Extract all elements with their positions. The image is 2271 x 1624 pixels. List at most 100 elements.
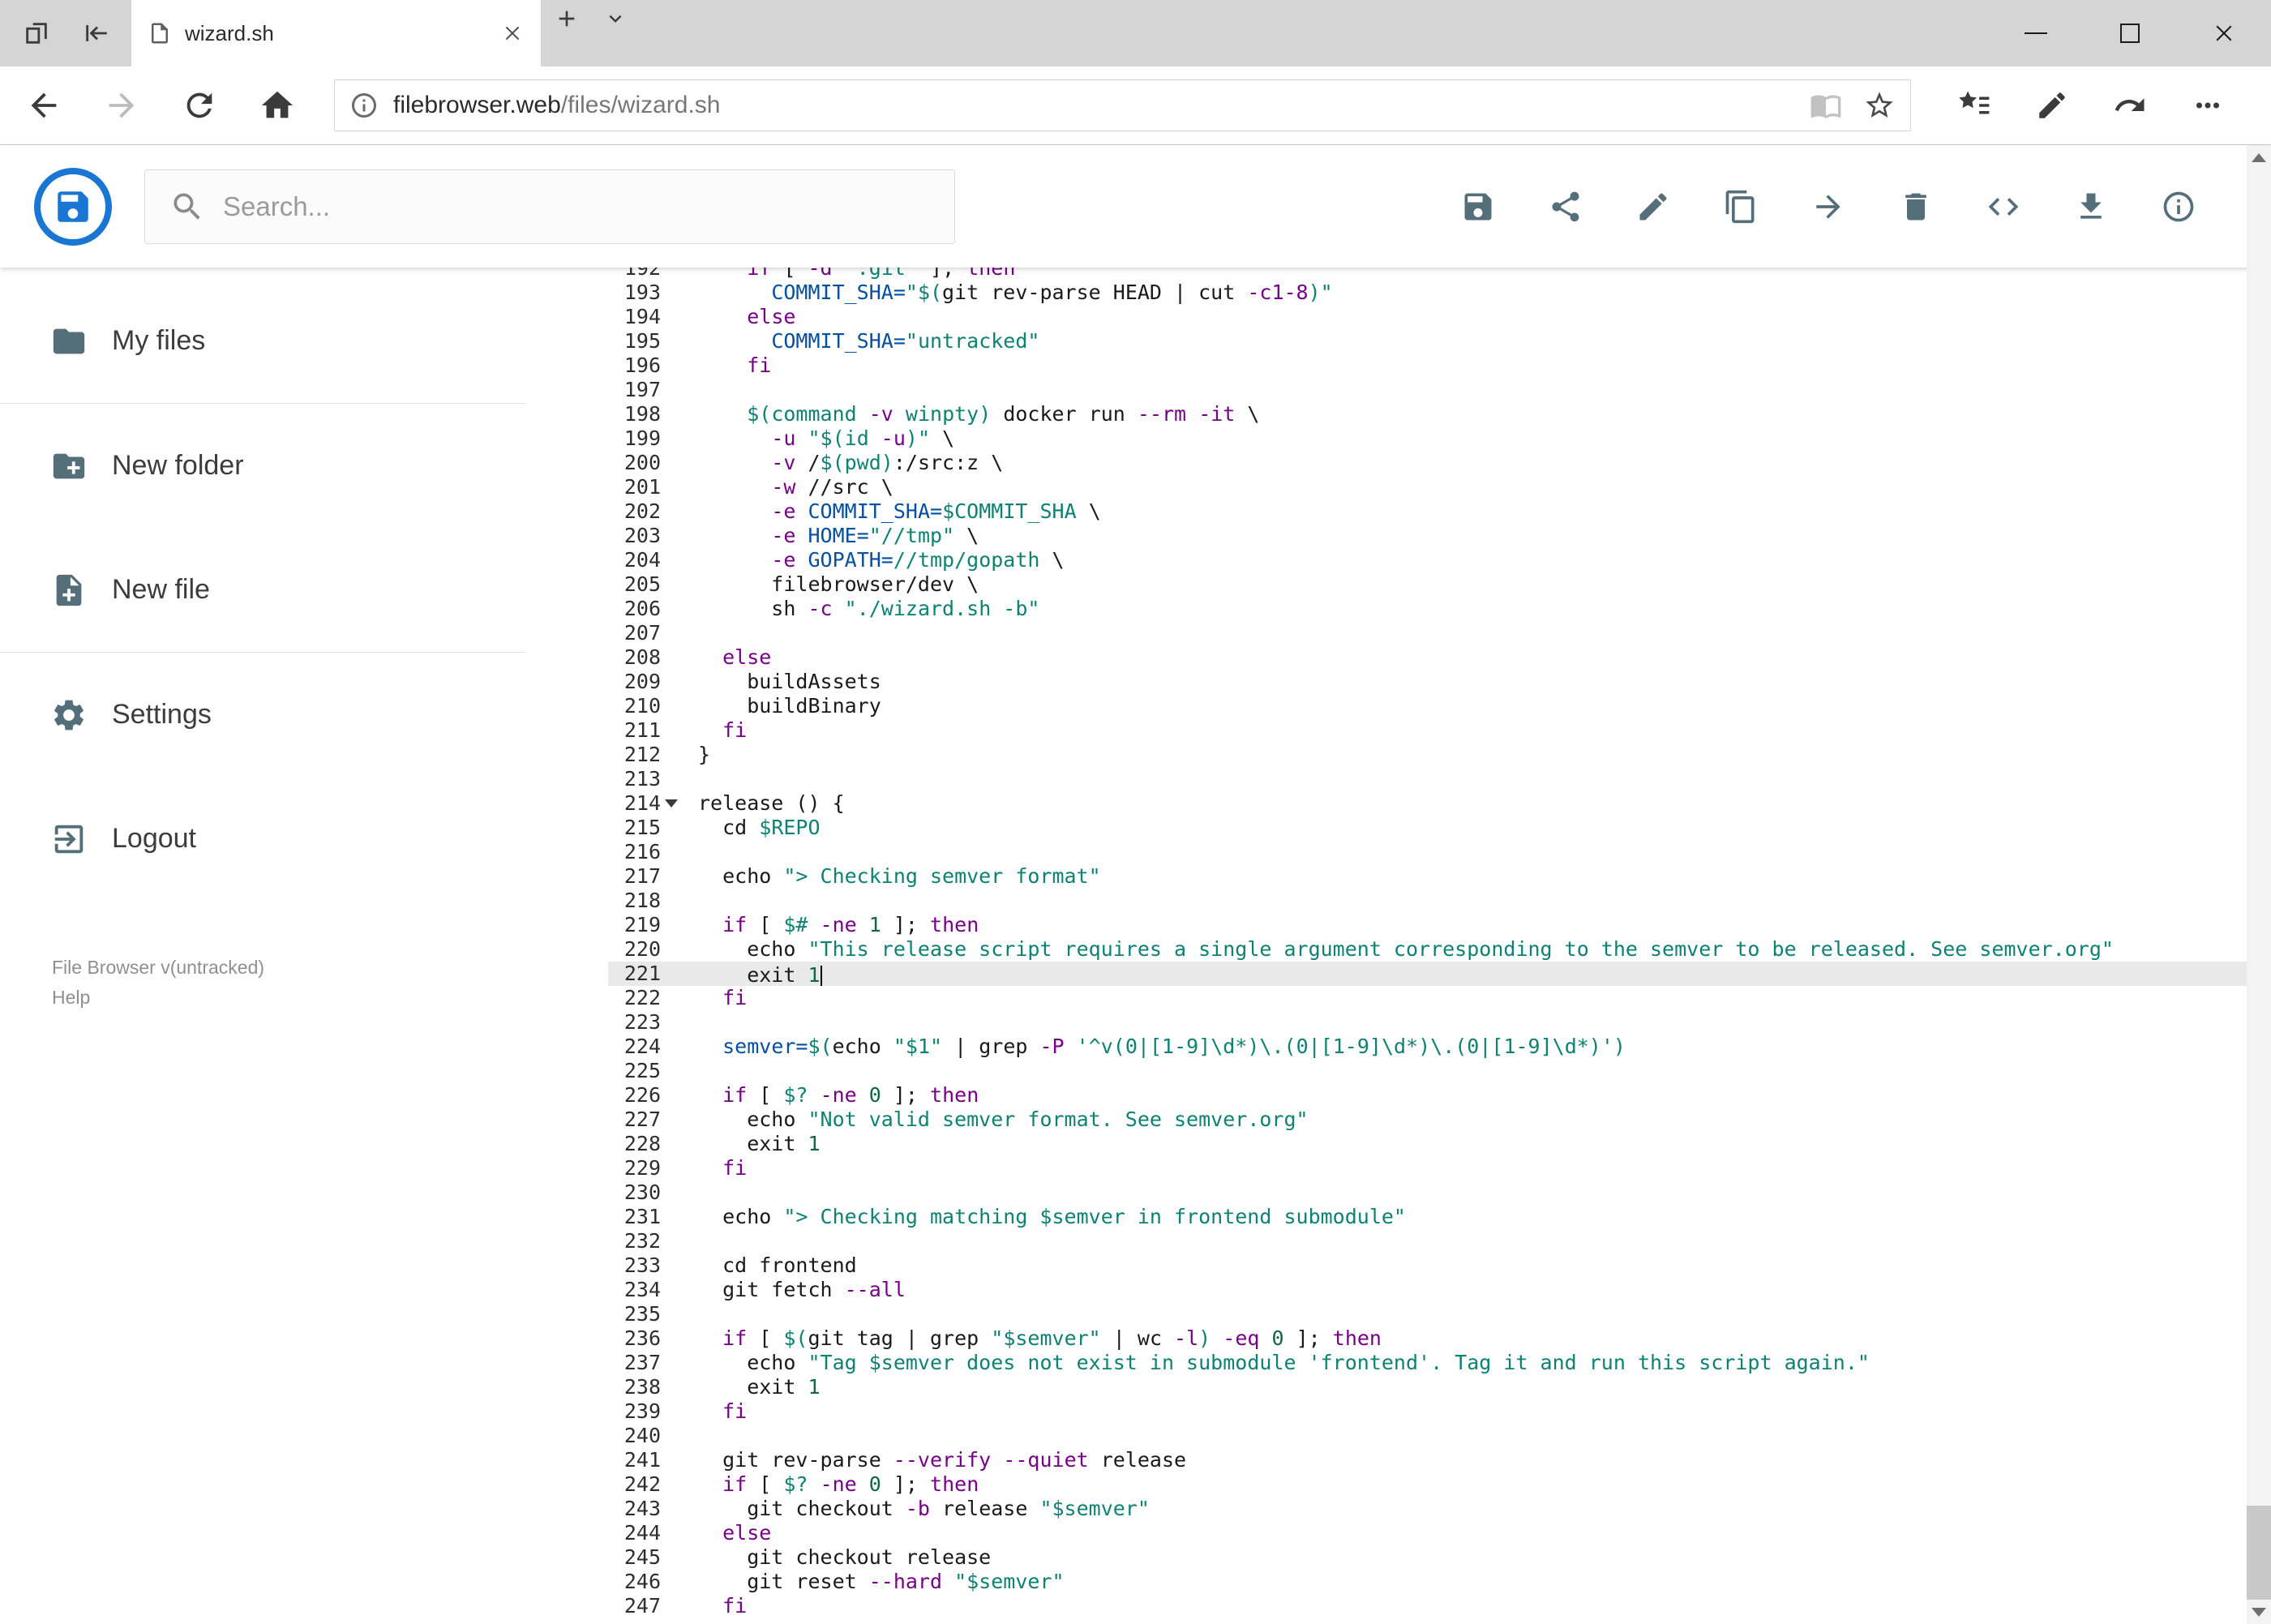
code-line[interactable]: 206 sh -c "./wizard.sh -b" — [608, 597, 2247, 621]
add-favorite-button[interactable] — [1863, 89, 1896, 122]
code-line[interactable]: 202 -e COMMIT_SHA=$COMMIT_SHA \ — [608, 499, 2247, 524]
code-line[interactable]: 243 git checkout -b release "$semver" — [608, 1497, 2247, 1521]
fold-marker-icon[interactable] — [661, 791, 680, 816]
code-line[interactable]: 223 — [608, 1010, 2247, 1035]
code-line[interactable]: 230 — [608, 1181, 2247, 1205]
code-line[interactable]: 245 git checkout release — [608, 1545, 2247, 1570]
page-scrollbar[interactable] — [2247, 145, 2271, 1624]
code-line[interactable]: 196 fi — [608, 354, 2247, 378]
code-line[interactable]: 220 echo "This release script requires a… — [608, 937, 2247, 962]
sidebar-item-new-folder[interactable]: New folder — [0, 404, 525, 528]
code-line[interactable]: 197 — [608, 378, 2247, 402]
code-line[interactable]: 217 echo "> Checking semver format" — [608, 864, 2247, 889]
code-line[interactable]: 218 — [608, 889, 2247, 913]
more-options-button[interactable] — [2188, 86, 2227, 125]
new-tab-button[interactable] — [541, 0, 593, 37]
show-set-aside-tabs-button[interactable] — [18, 15, 55, 52]
scroll-down-button[interactable] — [2247, 1600, 2271, 1624]
rename-button[interactable] — [1635, 189, 1671, 225]
share-page-button[interactable] — [2110, 86, 2149, 125]
file-browser-logo[interactable] — [34, 167, 112, 246]
reading-view-button[interactable] — [1810, 89, 1842, 122]
tab-preview-button[interactable] — [593, 0, 638, 37]
code-line[interactable]: 219 if [ $# -ne 1 ]; then — [608, 913, 2247, 937]
code-line[interactable]: 225 — [608, 1059, 2247, 1083]
code-line[interactable]: 238 exit 1 — [608, 1375, 2247, 1399]
code-line[interactable]: 216 — [608, 840, 2247, 864]
ink-workspace-button[interactable] — [2033, 86, 2072, 125]
copy-button[interactable] — [1723, 189, 1759, 225]
scrollbar-thumb[interactable] — [2247, 1506, 2271, 1600]
sidebar-item-my-files[interactable]: My files — [0, 279, 525, 403]
code-line[interactable]: 221 exit 1 — [608, 962, 2247, 987]
help-link[interactable]: Help — [52, 983, 525, 1013]
search-input[interactable] — [223, 191, 930, 222]
code-editor[interactable]: 192 if [ -d ".git" ]; then 193 COMMIT_SHA… — [608, 268, 2247, 1624]
minimize-window-button[interactable] — [1989, 0, 2083, 66]
editor-button[interactable] — [1986, 189, 2021, 225]
code-line[interactable]: 200 -v /$(pwd):/src:z \ — [608, 451, 2247, 475]
code-line[interactable]: 209 buildAssets — [608, 670, 2247, 694]
share-button[interactable] — [1548, 189, 1583, 225]
set-tabs-aside-button[interactable] — [78, 15, 115, 52]
code-line[interactable]: 199 -u "$(id -u)" \ — [608, 426, 2247, 451]
code-line[interactable]: 226 if [ $? -ne 0 ]; then — [608, 1083, 2247, 1108]
download-button[interactable] — [2073, 189, 2109, 225]
code-line[interactable]: 213 — [608, 767, 2247, 791]
code-line[interactable]: 214 release () { — [608, 791, 2247, 816]
code-line[interactable]: 224 semver=$(echo "$1" | grep -P '^v(0|[… — [608, 1035, 2247, 1059]
close-window-button[interactable] — [2177, 0, 2271, 66]
sidebar-item-logout[interactable]: Logout — [0, 777, 525, 901]
back-button[interactable] — [23, 84, 65, 126]
code-line[interactable]: 228 exit 1 — [608, 1132, 2247, 1156]
code-line[interactable]: 239 fi — [608, 1399, 2247, 1424]
search-box[interactable] — [144, 169, 955, 244]
code-line[interactable]: 204 -e GOPATH=//tmp/gopath \ — [608, 548, 2247, 572]
sidebar-item-settings[interactable]: Settings — [0, 653, 525, 777]
delete-button[interactable] — [1898, 189, 1934, 225]
save-button[interactable] — [1460, 189, 1496, 225]
code-line[interactable]: 195 COMMIT_SHA="untracked" — [608, 329, 2247, 354]
code-line[interactable]: 232 — [608, 1229, 2247, 1253]
code-line[interactable]: 192 if [ -d ".git" ]; then — [608, 268, 2247, 281]
code-line[interactable]: 237 echo "Tag $semver does not exist in … — [608, 1351, 2247, 1375]
code-line[interactable]: 244 else — [608, 1521, 2247, 1545]
forward-button[interactable] — [101, 84, 143, 126]
browser-tab-wizard-sh[interactable]: wizard.sh — [131, 0, 541, 66]
code-line[interactable]: 231 echo "> Checking matching $semver in… — [608, 1205, 2247, 1229]
code-line[interactable]: 198 $(command -v winpty) docker run --rm… — [608, 402, 2247, 426]
code-line[interactable]: 234 git fetch --all — [608, 1278, 2247, 1302]
code-line[interactable]: 222 fi — [608, 986, 2247, 1010]
hub-favorites-button[interactable] — [1955, 86, 1994, 125]
scroll-up-button[interactable] — [2247, 145, 2271, 169]
address-bar[interactable]: filebrowser.web/files/wizard.sh — [334, 79, 1911, 131]
code-line[interactable]: 194 else — [608, 305, 2247, 329]
site-info-icon[interactable] — [349, 91, 379, 120]
code-line[interactable]: 210 buildBinary — [608, 694, 2247, 718]
code-line[interactable]: 241 git rev-parse --verify --quiet relea… — [608, 1448, 2247, 1472]
code-line[interactable]: 203 -e HOME="//tmp" \ — [608, 524, 2247, 548]
code-line[interactable]: 235 — [608, 1302, 2247, 1326]
code-line[interactable]: 208 else — [608, 645, 2247, 670]
code-line[interactable]: 233 cd frontend — [608, 1253, 2247, 1278]
code-line[interactable]: 212} — [608, 743, 2247, 767]
code-line[interactable]: 201 -w //src \ — [608, 475, 2247, 499]
code-line[interactable]: 246 git reset --hard "$semver" — [608, 1570, 2247, 1594]
code-line[interactable]: 193 COMMIT_SHA="$(git rev-parse HEAD | c… — [608, 281, 2247, 305]
close-tab-button[interactable] — [500, 21, 525, 45]
maximize-window-button[interactable] — [2083, 0, 2177, 66]
code-line[interactable]: 227 echo "Not valid semver format. See s… — [608, 1108, 2247, 1132]
code-line[interactable]: 242 if [ $? -ne 0 ]; then — [608, 1472, 2247, 1497]
code-line[interactable]: 247 fi — [608, 1594, 2247, 1618]
home-button[interactable] — [256, 84, 298, 126]
code-line[interactable]: 211 fi — [608, 718, 2247, 743]
code-line[interactable]: 240 — [608, 1424, 2247, 1448]
code-line[interactable]: 236 if [ $(git tag | grep "$semver" | wc… — [608, 1326, 2247, 1351]
code-line[interactable]: 215 cd $REPO — [608, 816, 2247, 840]
sidebar-item-new-file[interactable]: New file — [0, 528, 525, 652]
code-line[interactable]: 205 filebrowser/dev \ — [608, 572, 2247, 597]
move-button[interactable] — [1810, 189, 1846, 225]
info-button[interactable] — [2161, 189, 2196, 225]
code-line[interactable]: 229 fi — [608, 1156, 2247, 1181]
refresh-button[interactable] — [178, 84, 221, 126]
